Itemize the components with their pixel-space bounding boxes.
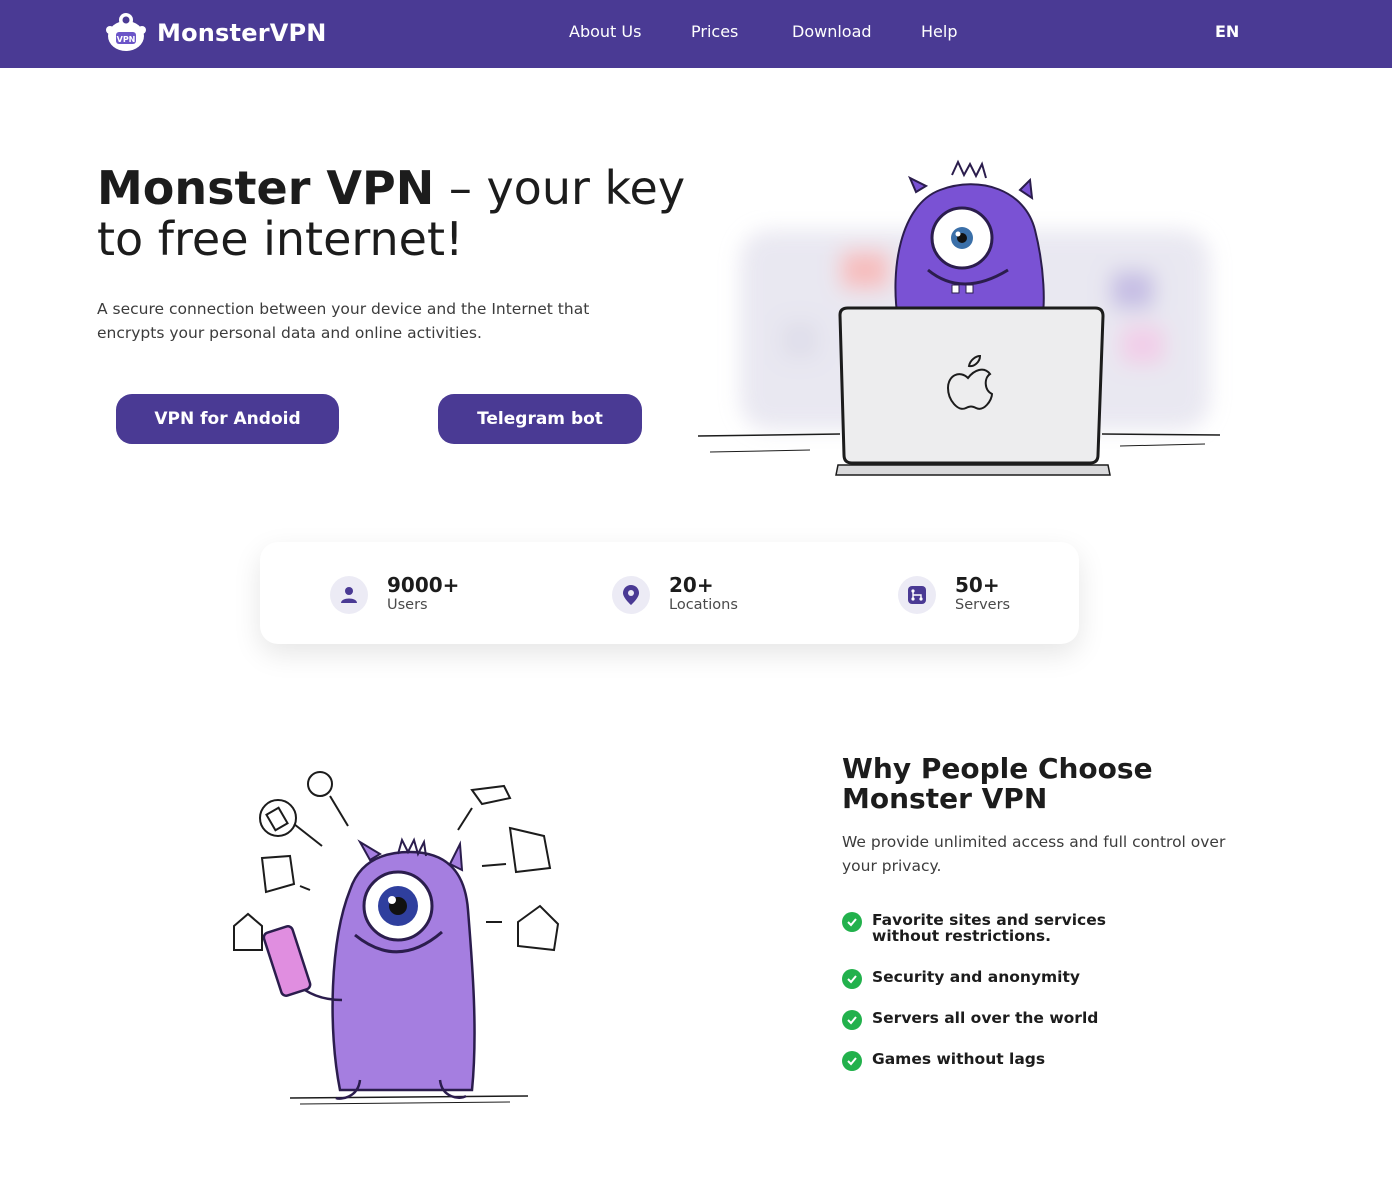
hero-title: Monster VPN – your key to free internet! bbox=[97, 163, 697, 265]
nav-about-us[interactable]: About Us bbox=[569, 22, 641, 41]
feature-item: Security and anonymity bbox=[842, 969, 1172, 989]
language-switcher[interactable]: EN bbox=[1215, 22, 1239, 41]
why-description: We provide unlimited access and full con… bbox=[842, 833, 1226, 875]
location-pin-icon bbox=[612, 576, 650, 614]
top-navigation-bar: VPN MonsterVPN About Us Prices Download … bbox=[0, 0, 1392, 68]
feature-item: Games without lags bbox=[842, 1051, 1172, 1071]
nav-prices[interactable]: Prices bbox=[691, 22, 738, 41]
nav-help[interactable]: Help bbox=[921, 22, 957, 41]
stat-users: 9000+ Users bbox=[330, 575, 459, 615]
feature-text: Servers all over the world bbox=[872, 1009, 1099, 1027]
check-icon bbox=[842, 969, 862, 989]
stat-servers: 50+ Servers bbox=[898, 575, 1010, 615]
nav-download[interactable]: Download bbox=[792, 22, 872, 41]
telegram-bot-button[interactable]: Telegram bot bbox=[438, 394, 642, 444]
vpn-android-button[interactable]: VPN for Andoid bbox=[116, 394, 339, 444]
stats-card: 9000+ Users 20+ Locations 50+ Servers bbox=[260, 542, 1079, 644]
brand-name: MonsterVPN bbox=[157, 19, 327, 47]
monster-logo-icon: VPN bbox=[106, 13, 146, 51]
check-icon bbox=[842, 1010, 862, 1030]
server-network-icon bbox=[898, 576, 936, 614]
stat-locations: 20+ Locations bbox=[612, 575, 738, 615]
check-icon bbox=[842, 1051, 862, 1071]
why-title: Why People Choose Monster VPN bbox=[842, 752, 1153, 815]
brand-logo[interactable]: VPN MonsterVPN bbox=[103, 12, 327, 54]
monster-laptop-illustration bbox=[697, 159, 1221, 476]
feature-text: Favorite sites and services without rest… bbox=[872, 911, 1106, 945]
stat-value: 20+ bbox=[669, 573, 714, 597]
stat-label: Users bbox=[387, 597, 428, 613]
check-icon bbox=[842, 912, 862, 932]
stat-label: Locations bbox=[669, 597, 738, 613]
feature-item: Favorite sites and services without rest… bbox=[842, 912, 1172, 944]
stat-value: 9000+ bbox=[387, 573, 460, 597]
stat-label: Servers bbox=[955, 597, 1011, 613]
feature-item: Servers all over the world bbox=[842, 1010, 1172, 1030]
stat-value: 50+ bbox=[955, 573, 1000, 597]
hero-title-bold: Monster VPN bbox=[97, 161, 435, 215]
monster-phone-illustration bbox=[233, 771, 560, 1105]
feature-text: Games without lags bbox=[872, 1050, 1046, 1068]
svg-text:VPN: VPN bbox=[117, 35, 136, 44]
user-icon bbox=[330, 576, 368, 614]
feature-text: Security and anonymity bbox=[872, 968, 1081, 986]
hero-description: A secure connection between your device … bbox=[97, 300, 590, 342]
